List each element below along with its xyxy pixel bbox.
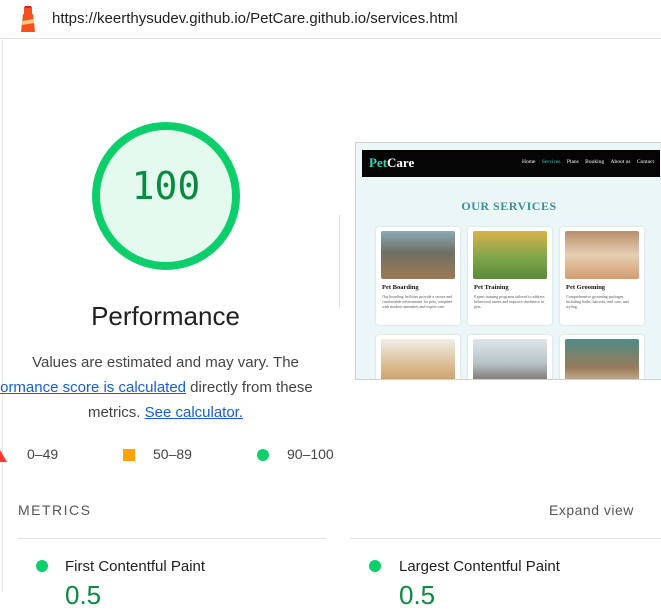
card-title: Pet Grooming [566,284,606,291]
lighthouse-icon [21,6,35,32]
site-navbar: PetCare Home Services Plans Booking Abou… [362,150,660,177]
performance-score: 100 [131,164,201,208]
score-legend: 0–49 50–89 90–100 [0,446,345,466]
service-card [376,335,460,379]
scroll-divider [339,215,340,307]
card-title: Pet Boarding [382,284,419,291]
metric-value-lcp: 0.5 [399,580,436,610]
description-line-3: metrics. [87,404,145,421]
dog-grooming-photo [565,231,639,279]
page-url[interactable]: https://keerthysudev.github.io/PetCare.g… [52,10,458,27]
legend-fail-range: 0–49 [27,446,59,462]
site-nav-links: Home Services Plans Booking About us Con… [517,159,654,165]
puppy-photo [381,339,455,379]
site-nav-link: Booking [585,159,605,165]
metrics-heading: METRICS [18,502,92,518]
metric-label-lcp: Largest Contentful Paint [399,558,560,575]
legend-average-range: 50–89 [153,446,192,462]
score-description: Values are estimated and may vary. The p… [0,350,331,425]
browser-address-bar: https://keerthysudev.github.io/PetCare.g… [0,0,661,39]
service-card: Pet Grooming Comprehensive grooming pack… [560,227,644,325]
see-calculator-link[interactable]: See calculator. [145,404,243,421]
site-nav-link: Plans [566,159,579,165]
site-nav-link: About us [610,159,631,165]
site-nav-link: Home [522,159,536,165]
services-heading: OUR SERVICES [461,199,557,213]
service-card: Pet Boarding Our boarding facilities pro… [376,227,460,325]
legend-pass-range: 90–100 [287,446,334,462]
beagle-photo [565,339,639,379]
expand-view-toggle[interactable]: Expand view [549,502,634,518]
dog-training-photo [473,231,547,279]
average-square-icon [123,449,135,461]
page-screenshot-thumbnail[interactable]: PetCare Home Services Plans Booking Abou… [355,142,661,380]
site-brand: PetCare [369,155,415,170]
metric-value-fcp: 0.5 [65,580,102,610]
metric-label-fcp: First Contentful Paint [65,558,206,575]
description-line-2: directly from these [186,379,313,396]
site-nav-link: Contact [636,159,654,165]
pass-circle-icon [36,560,48,572]
card-description: Comprehensive grooming packages includin… [566,294,629,309]
pass-circle-icon [369,560,381,572]
category-title: Performance [91,301,240,331]
site-nav-link: Services [541,159,561,165]
card-description: Our boarding facilities provide a secure… [382,294,453,309]
performance-score-link[interactable]: performance score is calculated [0,379,186,396]
pass-circle-icon [257,449,269,461]
card-title: Pet Training [474,284,509,291]
service-card [560,335,644,379]
service-card: Pet Training Expert training programs ta… [468,227,552,325]
fail-triangle-icon [0,450,7,462]
metrics-divider [18,538,326,539]
description-line-1: Values are estimated and may vary. The [32,354,299,371]
dogs-photo [381,231,455,279]
card-description: Expert training programs tailored to add… [474,294,545,309]
metrics-divider [350,538,661,539]
vet-photo [473,339,547,379]
service-card [468,335,552,379]
